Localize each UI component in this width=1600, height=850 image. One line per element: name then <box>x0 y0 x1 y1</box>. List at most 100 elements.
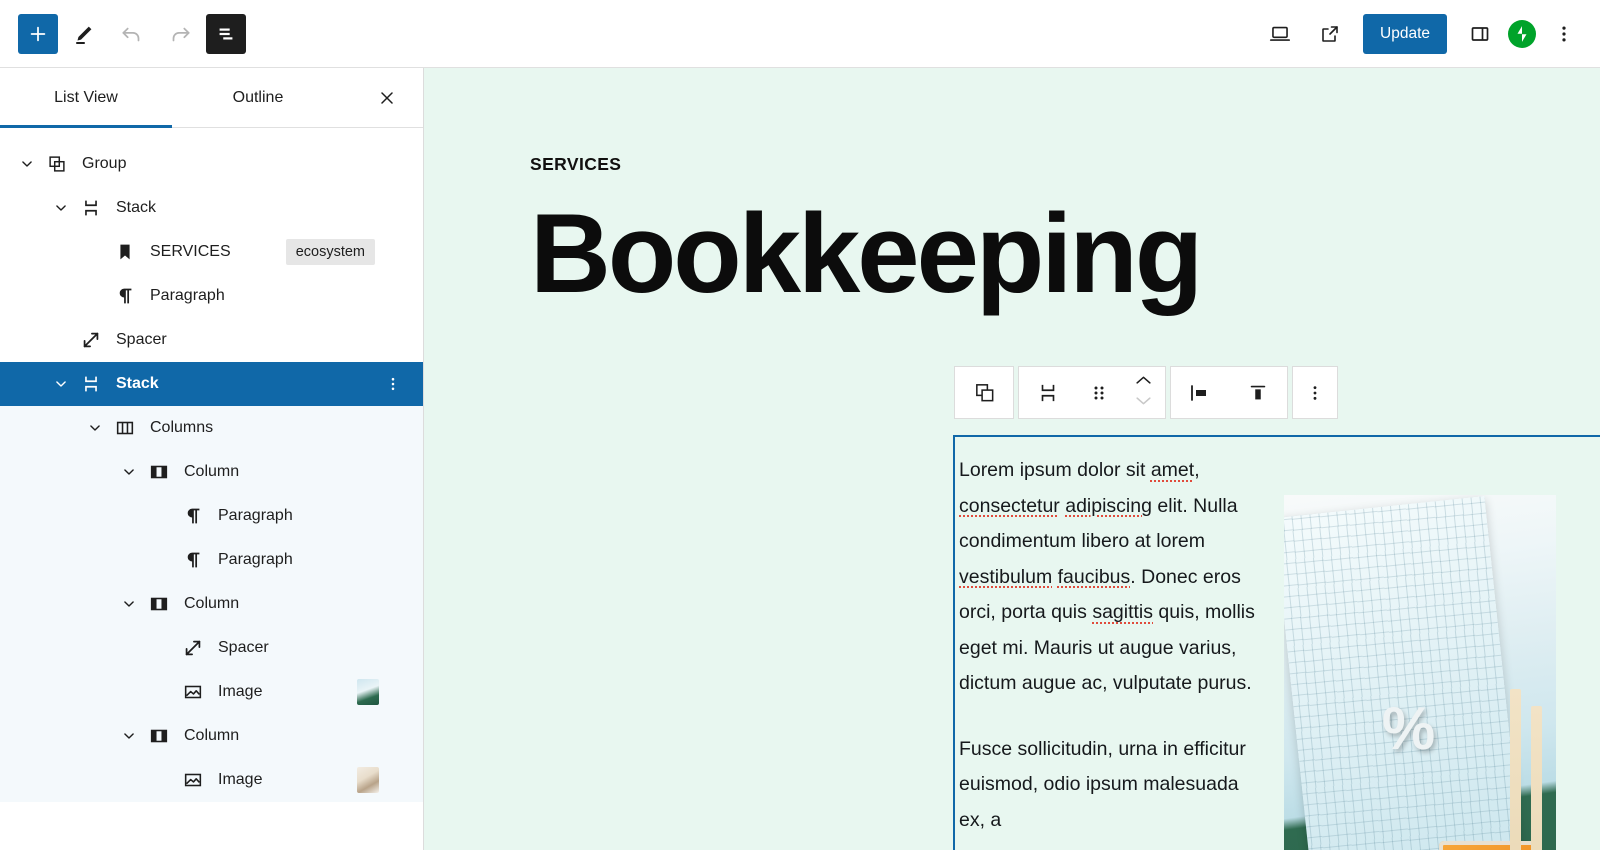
settings-sidebar-button[interactable] <box>1458 12 1502 56</box>
vertical-dots-icon <box>1562 26 1566 41</box>
move-down-button[interactable] <box>1134 394 1153 412</box>
more-options-button[interactable] <box>1542 12 1586 56</box>
jetpack-bolt-icon <box>1517 25 1527 42</box>
expand-toggle[interactable] <box>48 371 74 397</box>
chevron-down-icon <box>56 205 66 211</box>
top-bar-right-tools: Update <box>1258 12 1586 56</box>
drag-handle[interactable] <box>1077 367 1121 418</box>
update-button[interactable]: Update <box>1363 13 1447 54</box>
block-type-stack-button[interactable] <box>1019 367 1077 418</box>
paragraph-icon <box>119 288 132 304</box>
block-icon-wrapper <box>78 371 104 397</box>
tree-row-paragraph-8[interactable]: Paragraph <box>0 494 423 538</box>
block-icon-wrapper <box>146 591 172 617</box>
expand-toggle[interactable] <box>82 415 108 441</box>
tree-row-label: Paragraph <box>218 551 293 568</box>
page-title[interactable]: Bookkeeping <box>530 198 1600 310</box>
expand-toggle[interactable] <box>116 459 142 485</box>
column-icon <box>150 729 168 743</box>
move-up-button[interactable] <box>1134 374 1153 392</box>
block-icon-wrapper <box>146 459 172 485</box>
spacer-icon <box>185 640 201 656</box>
toggle-list-view-button[interactable] <box>206 13 246 54</box>
block-icon-wrapper <box>180 503 206 529</box>
tab-outline[interactable]: Outline <box>172 68 344 127</box>
vertical-dots-icon <box>1313 385 1317 400</box>
tree-row-image-12[interactable]: Image <box>0 670 423 714</box>
vertical-align-button[interactable] <box>1229 367 1287 418</box>
canvas-content: SERVICES Bookkeeping <box>424 68 1600 309</box>
view-preview-button[interactable] <box>1308 12 1352 56</box>
close-sidebar-button[interactable] <box>367 78 407 118</box>
image-thumbnail <box>357 767 379 793</box>
drag-dots-icon <box>1094 386 1104 399</box>
tree-row-stack-5[interactable]: Stack <box>0 362 423 406</box>
tree-row-label: Paragraph <box>150 287 225 304</box>
selected-stack-block[interactable]: Lorem ipsum dolor sit amet, consectetur … <box>953 435 1600 850</box>
chevron-up-icon <box>1135 376 1151 384</box>
tree-row-label: Column <box>184 595 240 612</box>
expand-toggle[interactable] <box>48 195 74 221</box>
jetpack-button[interactable] <box>1508 19 1536 48</box>
editor-canvas[interactable]: SERVICES Bookkeeping Lorem ipsum dolor s… <box>424 68 1600 850</box>
editor-body: List View Outline Group Stack SERVICES eco… <box>0 68 1600 850</box>
column-icon <box>150 597 168 611</box>
tree-row-paragraph-9[interactable]: Paragraph <box>0 538 423 582</box>
tree-row-group-0[interactable]: Group <box>0 142 423 186</box>
tree-row-image-14[interactable]: Image <box>0 758 423 802</box>
add-block-button[interactable] <box>18 13 58 54</box>
undo-button[interactable] <box>110 12 154 56</box>
paragraph-icon <box>187 552 200 568</box>
list-view-icon <box>219 28 233 39</box>
eyebrow-heading[interactable]: SERVICES <box>530 154 1600 175</box>
tree-row-column-7[interactable]: Column <box>0 450 423 494</box>
view-desktop-button[interactable] <box>1258 12 1302 56</box>
tree-row-label: SERVICES <box>150 243 231 260</box>
plus-icon <box>30 26 46 41</box>
tree-row-label: Group <box>82 155 127 172</box>
pencil-shape <box>1509 689 1521 850</box>
edit-pencil-icon <box>76 26 92 44</box>
block-icon-wrapper <box>78 195 104 221</box>
block-name-badge: ecosystem <box>285 239 375 265</box>
tab-list-view[interactable]: List View <box>0 68 172 128</box>
group-icon <box>49 156 65 172</box>
block-icon-wrapper <box>44 151 70 177</box>
image-tax-forms[interactable]: % <box>1284 495 1556 850</box>
row-options-button[interactable] <box>381 372 405 396</box>
tree-row-spacer-11[interactable]: Spacer <box>0 626 423 670</box>
undo-icon <box>122 27 140 41</box>
redo-button[interactable] <box>158 12 202 56</box>
tree-row-paragraph-3[interactable]: Paragraph <box>0 274 423 318</box>
body-paragraph-1[interactable]: Lorem ipsum dolor sit amet, consectetur … <box>959 453 1255 702</box>
tree-row-label: Stack <box>116 199 157 216</box>
expand-toggle[interactable] <box>116 723 142 749</box>
tree-row-stack-1[interactable]: Stack <box>0 186 423 230</box>
tree-row-spacer-4[interactable]: Spacer <box>0 318 423 362</box>
edit-mode-button[interactable] <box>62 12 106 56</box>
expand-toggle[interactable] <box>116 591 142 617</box>
expand-toggle[interactable] <box>14 151 40 177</box>
body-paragraph-2[interactable]: Fusce sollicitudin, urna in efficitur eu… <box>959 732 1255 839</box>
chevron-down-icon <box>124 733 134 739</box>
columns-icon <box>116 421 134 435</box>
image-icon <box>184 685 202 699</box>
top-bar-left-tools <box>18 12 246 56</box>
block-tree[interactable]: Group Stack SERVICES ecosystem Paragraph Sp… <box>0 128 423 850</box>
vertical-dots-icon <box>391 377 395 391</box>
block-icon-wrapper <box>146 723 172 749</box>
chevron-down-icon <box>124 469 134 475</box>
tree-row-services-2[interactable]: SERVICES ecosystem <box>0 230 423 274</box>
pencil-shape <box>1531 705 1543 850</box>
tree-row-columns-6[interactable]: Columns <box>0 406 423 450</box>
tree-row-label: Spacer <box>218 639 269 656</box>
tree-row-column-13[interactable]: Column <box>0 714 423 758</box>
text-column: Lorem ipsum dolor sit amet, consectetur … <box>955 437 1255 850</box>
tree-row-label: Column <box>184 727 240 744</box>
tree-row-column-10[interactable]: Column <box>0 582 423 626</box>
block-options-button[interactable] <box>1293 367 1337 418</box>
laptop-icon <box>1269 26 1291 41</box>
column-icon <box>150 465 168 479</box>
select-parent-group-button[interactable] <box>955 367 1013 418</box>
change-alignment-button[interactable] <box>1171 367 1229 418</box>
